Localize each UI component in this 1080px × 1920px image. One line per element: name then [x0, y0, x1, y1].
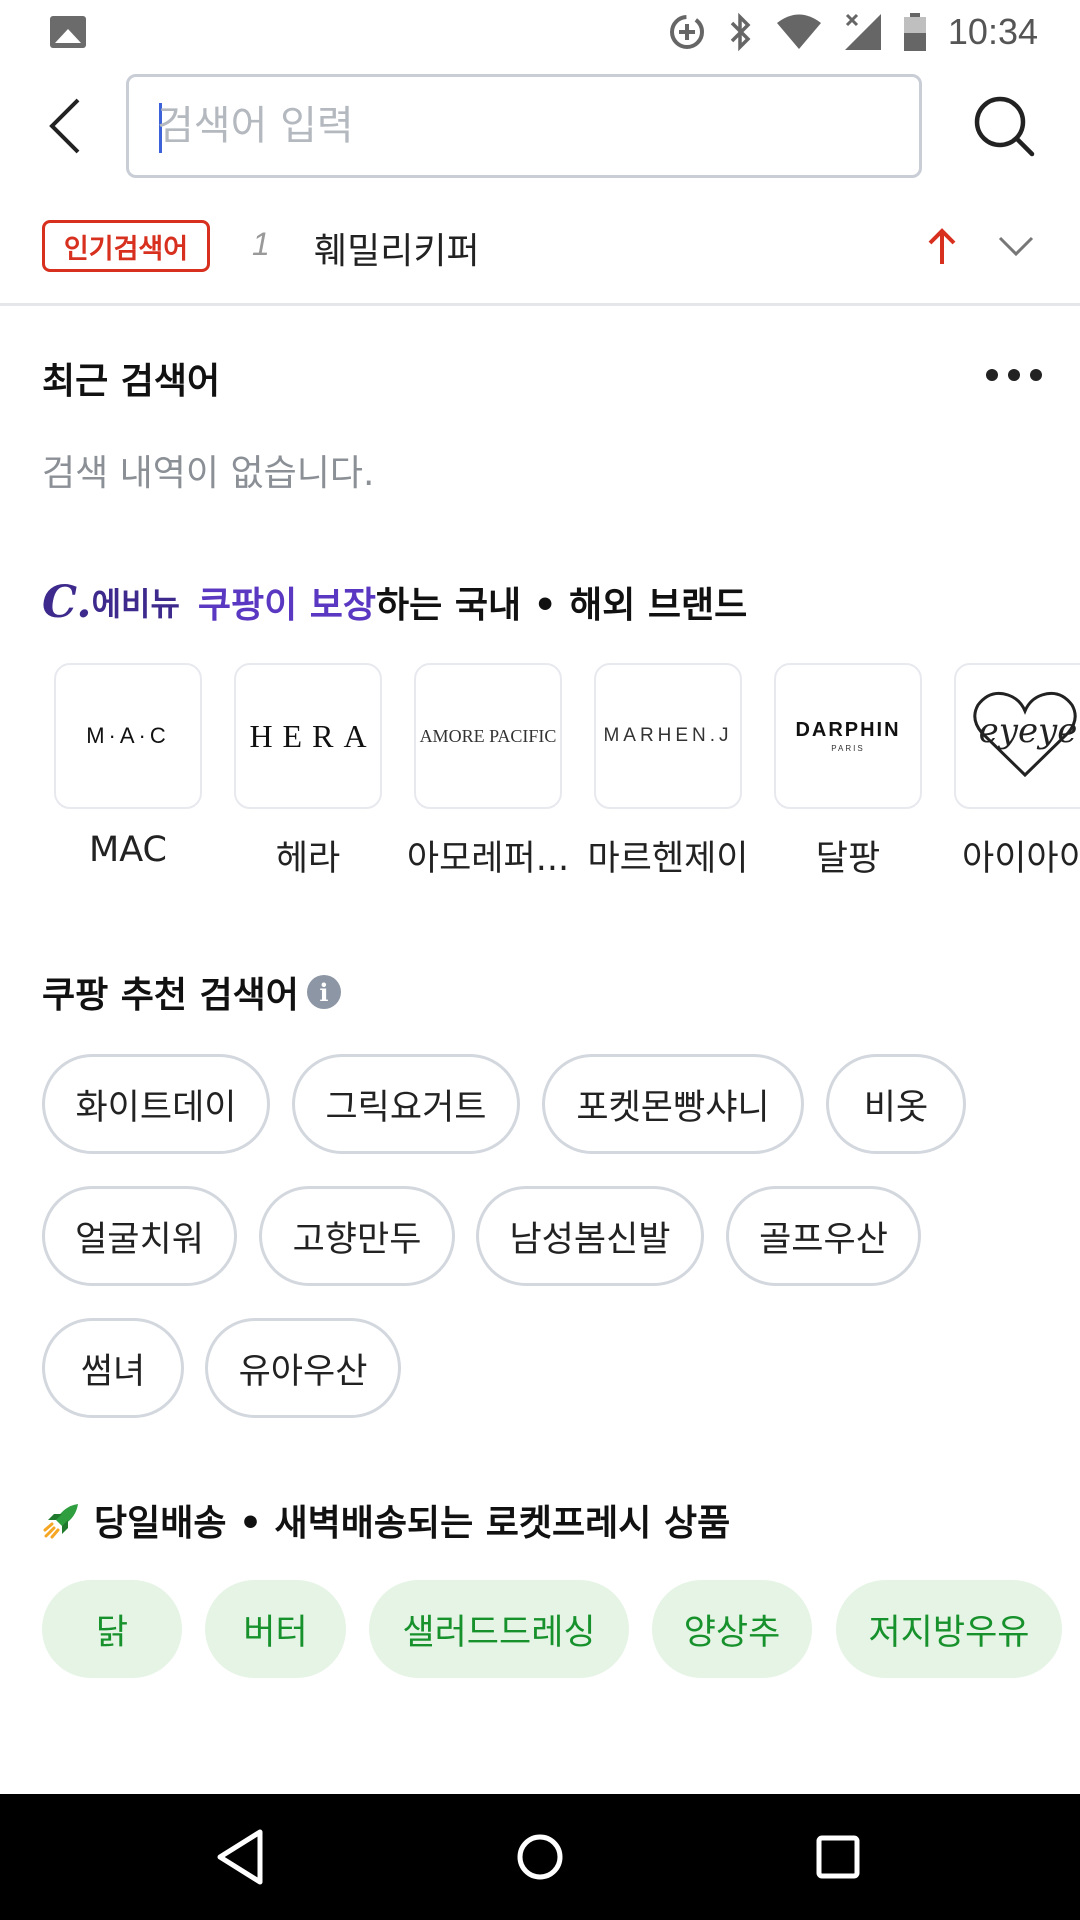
signal-icon	[844, 13, 881, 50]
recommended-chip[interactable]: 고향만두	[259, 1186, 455, 1286]
popular-keyword-row[interactable]: 인기검색어 1 훼밀리키퍼	[0, 212, 1080, 292]
brand-logo-text: MARHEN.J	[603, 725, 733, 746]
brand-name: 헤라	[275, 839, 341, 879]
fresh-chip[interactable]: 샐러드드레싱	[369, 1580, 629, 1678]
status-icons: 10:34	[668, 10, 1038, 54]
brand-logo-text: M·A·C	[86, 723, 170, 748]
chevron-down-icon[interactable]	[996, 228, 1036, 264]
recommended-chip[interactable]: 그릭요거트	[292, 1054, 520, 1154]
recommended-title-text: 쿠팡 추천 검색어	[42, 975, 299, 1016]
brand-item-amorepacific[interactable]: AMORE PACIFIC 아모레퍼...	[400, 662, 576, 882]
brand-title-rest: 하는 국내 • 해외 브랜드	[376, 585, 748, 626]
brand-logo-text: eyeye	[978, 711, 1078, 751]
brand-name: 아이아이	[962, 839, 1080, 879]
back-button[interactable]	[36, 90, 92, 162]
fresh-chip[interactable]: 닭	[42, 1580, 182, 1678]
brand-logo-tile: DARPHIN PARIS	[774, 663, 922, 809]
recommended-chip[interactable]: 썸녀	[42, 1318, 184, 1418]
status-bar: 10:34	[0, 0, 1080, 64]
search-icon	[974, 96, 1035, 157]
rank-up-icon	[928, 228, 956, 264]
popular-term[interactable]: 훼밀리키퍼	[314, 222, 480, 274]
c-avenue-logo-mark: C.	[42, 576, 92, 628]
gallery-icon	[50, 16, 86, 48]
brand-logo-tile: MARHEN.J	[594, 663, 742, 809]
recommended-chip[interactable]: 화이트데이	[42, 1054, 270, 1154]
brand-logo-text: DARPHIN	[795, 719, 901, 741]
brand-logo-text: HERA	[249, 717, 377, 754]
recommended-chip[interactable]: 비옷	[826, 1054, 966, 1154]
recommended-chip[interactable]: 남성봄신발	[476, 1186, 704, 1286]
search-button[interactable]	[970, 92, 1040, 162]
fresh-chip[interactable]: 양상추	[652, 1580, 812, 1678]
navigation-bar	[0, 1794, 1080, 1920]
popular-badge: 인기검색어	[42, 220, 210, 272]
brand-section-title: C. 에비뉴 쿠팡이 보장 하는 국내 • 해외 브랜드	[42, 576, 747, 628]
more-options-icon[interactable]	[986, 360, 1042, 390]
back-arrow-icon	[49, 98, 80, 154]
info-icon[interactable]: i	[306, 975, 341, 1009]
home-circle-icon[interactable]	[507, 1824, 573, 1890]
brand-item-darphin[interactable]: DARPHIN PARIS 달팡	[760, 662, 936, 882]
recent-empty-message: 검색 내역이 없습니다.	[42, 453, 375, 494]
brand-name: 달팡	[815, 839, 881, 879]
data-saver-icon	[669, 15, 704, 49]
divider	[0, 303, 1080, 306]
brand-logo-tile: M·A·C	[54, 663, 202, 809]
popular-rank: 1	[252, 226, 270, 262]
brand-logo-subtext: PARIS	[831, 744, 865, 753]
brand-list[interactable]: M·A·C MAC HERA 헤라 AMORE PACIFIC 아모레퍼... …	[0, 662, 1080, 882]
recent-searches-title: 최근 검색어	[42, 361, 221, 402]
brand-item-mac[interactable]: M·A·C MAC	[40, 662, 216, 882]
brand-name: 아모레퍼...	[406, 839, 570, 879]
c-avenue-logo-name: 에비뉴	[91, 585, 180, 623]
fresh-title-text: 당일배송 • 새벽배송되는 로켓프레시 상품	[94, 1503, 731, 1544]
recents-square-icon[interactable]	[805, 1824, 871, 1890]
brand-logo-tile: eyeye	[954, 663, 1080, 809]
fresh-section-title: 당일배송 • 새벽배송되는 로켓프레시 상품	[42, 1494, 730, 1546]
recommended-chip[interactable]: 얼굴치워	[42, 1186, 237, 1286]
rocket-icon	[43, 1504, 78, 1539]
brand-logo-tile: HERA	[234, 663, 382, 809]
brand-item-eyeye[interactable]: eyeye 아이아이	[940, 662, 1080, 882]
brand-title-accent: 쿠팡이 보장	[197, 585, 377, 626]
back-triangle-icon[interactable]	[208, 1824, 274, 1890]
recommended-searches-title: 쿠팡 추천 검색어 i	[42, 966, 341, 1018]
brand-name: 마르헨제이	[587, 839, 749, 879]
search-input[interactable]	[157, 77, 897, 175]
recommended-chip[interactable]: 골프우산	[726, 1186, 921, 1286]
brand-logo-tile: AMORE PACIFIC	[414, 663, 562, 809]
bluetooth-icon	[730, 12, 751, 52]
fresh-chip[interactable]: 버터	[205, 1580, 346, 1678]
battery-icon	[903, 13, 926, 51]
fresh-chip[interactable]: 저지방우유	[836, 1580, 1062, 1678]
brand-item-hera[interactable]: HERA 헤라	[220, 662, 396, 882]
brand-name: MAC	[89, 830, 167, 870]
wifi-icon	[776, 14, 821, 49]
recommended-chip[interactable]: 포켓몬빵샤니	[542, 1054, 804, 1154]
status-time: 10:34	[947, 11, 1038, 52]
recommended-chip[interactable]: 유아우산	[205, 1318, 401, 1418]
brand-item-marhenj[interactable]: MARHEN.J 마르헨제이	[580, 662, 756, 882]
brand-logo-text: AMORE PACIFIC	[419, 725, 557, 746]
search-box[interactable]	[126, 74, 922, 178]
